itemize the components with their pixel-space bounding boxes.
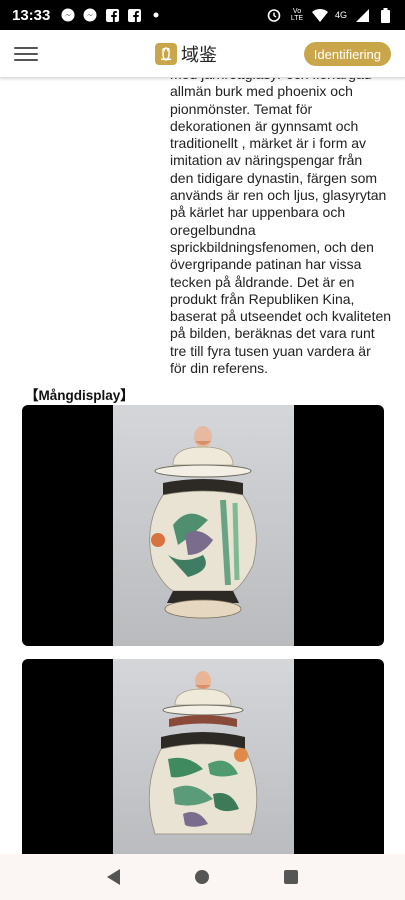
recents-icon[interactable] (283, 870, 298, 884)
alarm-icon (266, 7, 282, 23)
paragraph-line: tre till fyra tusen yuan vardera är (170, 342, 371, 359)
paragraph-line: oregelbundna (170, 221, 256, 238)
paragraph-line: används är ren och ljus, glasyrytan (170, 187, 387, 204)
vase-illustration (149, 426, 257, 619)
status-bar: 13:33 Vo LTE 4G (0, 0, 405, 30)
app-logo[interactable]: 域鉴 (155, 41, 217, 67)
back-icon[interactable] (107, 869, 121, 885)
app-header: 域鉴 Identifiering (0, 30, 405, 78)
system-nav-bar (0, 854, 405, 900)
identify-button[interactable]: Identifiering (303, 42, 391, 66)
section-title: 【Mångdisplay】 (25, 388, 134, 403)
paragraph-line: baserat på utseendet och kvaliteten (170, 308, 392, 325)
battery-icon (377, 7, 393, 23)
photo-backdrop (113, 659, 294, 854)
paragraph-line: traditionellt , märket är i form av (170, 135, 367, 152)
dot-icon (148, 7, 164, 23)
signal-icon (354, 7, 370, 23)
paragraph-line: för din referens. (170, 360, 269, 377)
photo-backdrop (113, 405, 294, 646)
paragraph-line: pionmönster. Temat för (170, 100, 313, 117)
facebook-icon (104, 7, 120, 23)
4g-icon: 4G (335, 10, 348, 20)
status-time: 13:33 (12, 6, 51, 24)
paragraph-line: sprickbildningsfenomen, och den (170, 238, 374, 255)
paragraph-line: övergripande patinan har vissa (170, 256, 362, 273)
facebook-icon (126, 7, 142, 23)
messenger-icon (60, 7, 76, 23)
menu-icon[interactable] (14, 44, 38, 64)
paragraph-line: produkt från Republiken Kina, (170, 290, 355, 307)
paragraph-line: den tidigare dynastin, färgen som (170, 169, 378, 186)
vase-photo[interactable] (22, 659, 384, 854)
paragraph-line: tecken på åldrande. Det är en (170, 273, 355, 290)
paragraph-line: imitation av näringspengar från (170, 152, 363, 169)
logo-mark-icon (155, 43, 177, 65)
paragraph-line: på kärlet har uppenbara och (170, 204, 346, 221)
wifi-icon (312, 7, 328, 23)
volte-icon: Vo LTE (290, 8, 304, 22)
paragraph-line: dekorationen är gynnsamt och (170, 117, 359, 134)
article-paragraph: med järnröttglasyr och flerfärgadallmän … (170, 66, 392, 377)
messenger-icon (82, 7, 98, 23)
logo-text: 域鉴 (181, 45, 217, 66)
vase-illustration (148, 671, 258, 835)
paragraph-line: på bilden, beräknas det vara runt (170, 325, 375, 342)
article-content: med järnröttglasyr och flerfärgadallmän … (0, 64, 405, 854)
home-icon[interactable] (194, 870, 209, 884)
vase-photo[interactable] (22, 405, 384, 646)
paragraph-line: allmän burk med phoenix och (170, 83, 353, 100)
